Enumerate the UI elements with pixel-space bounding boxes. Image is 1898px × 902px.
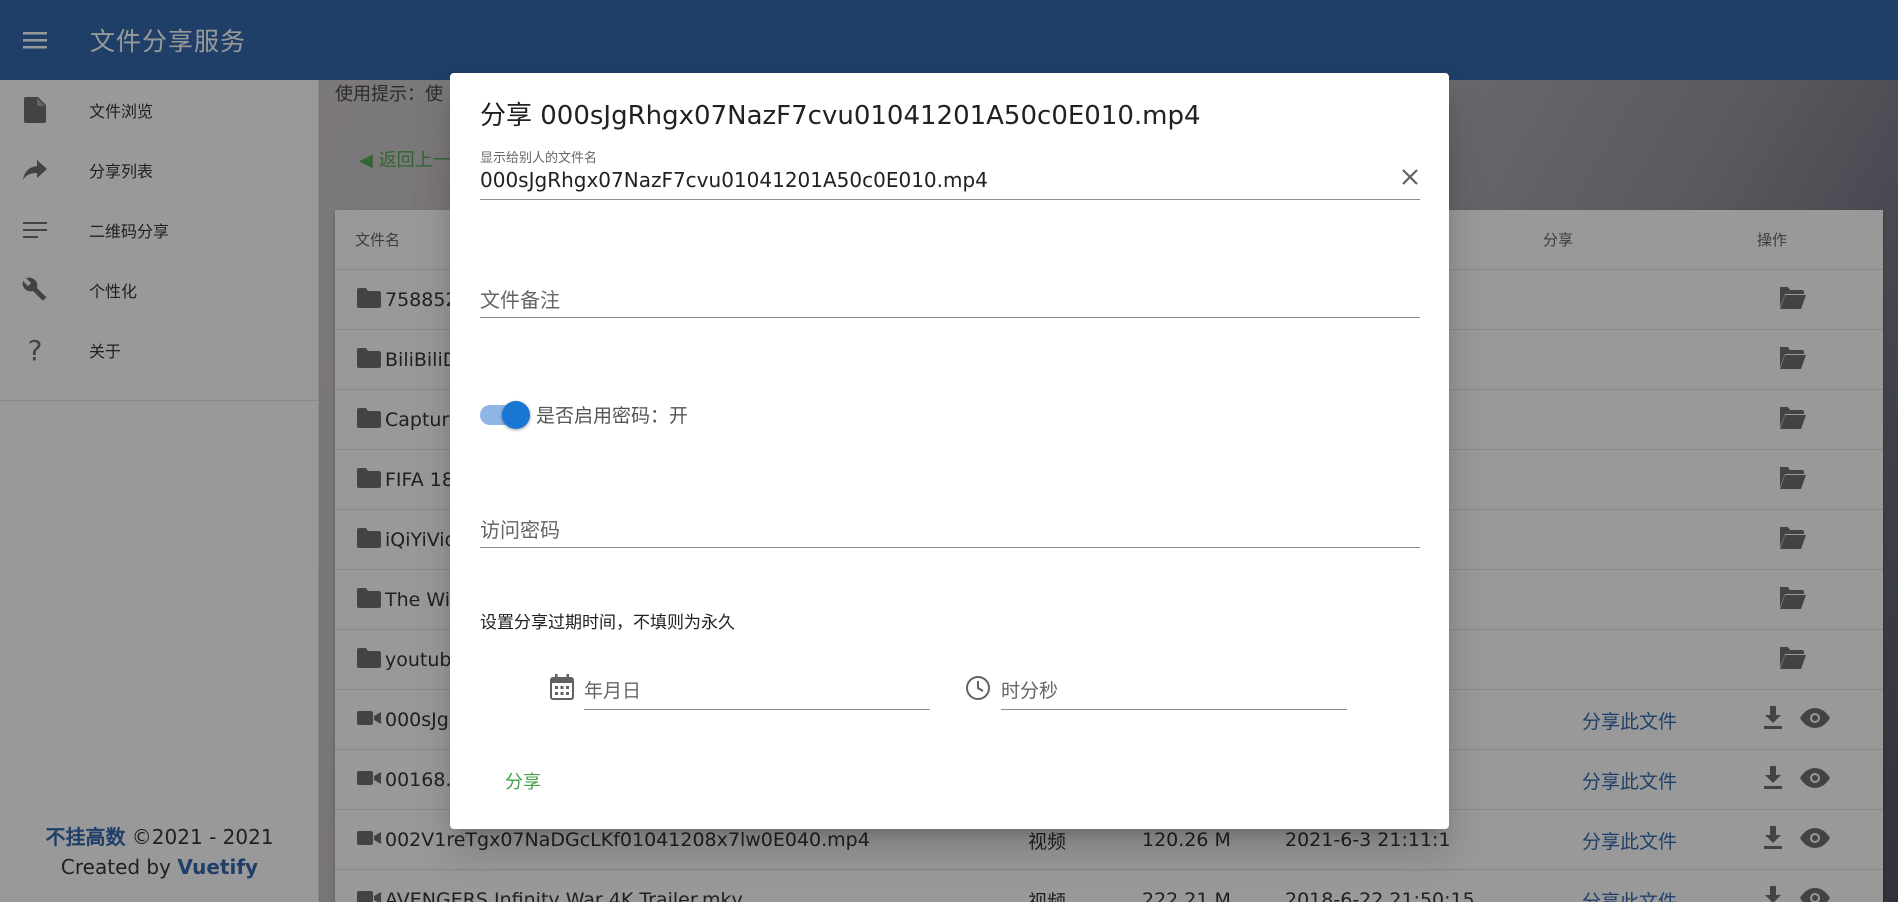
dialog-title: 分享 000sJgRhgx07NazF7cvu01041201A50c0E010… [480, 101, 1201, 131]
password-input[interactable]: 访问密码 [480, 514, 560, 543]
file-note-input[interactable]: 文件备注 [480, 284, 560, 313]
file-note-field[interactable]: 文件备注 [480, 276, 1420, 318]
share-dialog: 分享 000sJgRhgx07NazF7cvu01041201A50c0E010… [450, 73, 1449, 829]
password-toggle[interactable] [480, 400, 530, 429]
date-field[interactable]: 年月日 [584, 670, 930, 710]
clock-icon[interactable] [965, 675, 991, 701]
password-toggle-label: 是否启用密码：开 [536, 405, 689, 427]
date-picker[interactable]: 年月日 [550, 670, 930, 710]
time-field[interactable]: 时分秒 [1001, 670, 1347, 710]
toggle-thumb [502, 400, 530, 429]
password-toggle-row: 是否启用密码：开 [480, 400, 689, 429]
display-name-input[interactable]: 000sJgRhgx07NazF7cvu01041201A50c0E010.mp… [480, 168, 988, 192]
display-name-label: 显示给别人的文件名 [480, 151, 598, 166]
time-picker[interactable]: 时分秒 [965, 670, 1347, 710]
password-field[interactable]: 访问密码 [480, 506, 1420, 548]
clear-icon[interactable] [1400, 167, 1420, 191]
time-placeholder: 时分秒 [1001, 680, 1059, 702]
calendar-icon[interactable] [550, 674, 574, 700]
date-placeholder: 年月日 [584, 680, 642, 702]
expire-note: 设置分享过期时间，不填则为永久 [480, 613, 735, 633]
share-button[interactable]: 分享 [480, 759, 566, 803]
display-name-field[interactable]: 显示给别人的文件名 000sJgRhgx07NazF7cvu01041201A5… [480, 147, 1420, 200]
